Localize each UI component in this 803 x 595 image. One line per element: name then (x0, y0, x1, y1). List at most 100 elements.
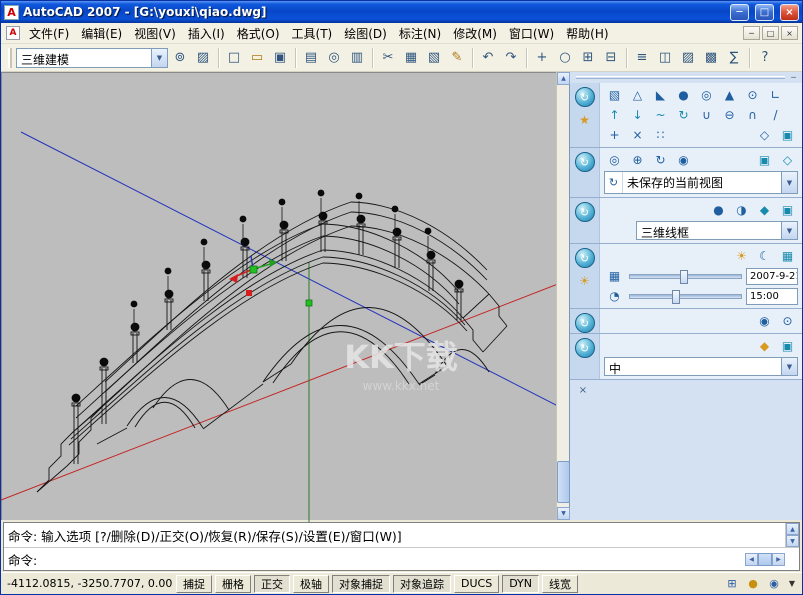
menu-dimension[interactable]: 标注(N) (393, 23, 447, 44)
toggle-otrack[interactable]: 对象追踪 (393, 575, 451, 593)
materials-control-icon[interactable]: ↻ (575, 338, 595, 358)
extrude-icon[interactable]: ↑ (604, 106, 625, 124)
help-icon[interactable]: ? (754, 47, 776, 69)
copy-icon[interactable]: ▦ (400, 47, 422, 69)
sun-date-slider-thumb[interactable] (680, 270, 688, 284)
intersect-icon[interactable]: ∩ (742, 106, 763, 124)
3d-move-icon[interactable]: + (604, 126, 625, 144)
scroll-track[interactable] (557, 85, 569, 507)
scroll-down-icon[interactable]: ▼ (557, 507, 570, 520)
3d-array-icon[interactable]: ∷ (650, 126, 671, 144)
maximize-button[interactable]: □ (755, 4, 774, 21)
edge-mode-icon[interactable]: ◆ (754, 201, 775, 219)
pyramid-primitive-icon[interactable]: △ (627, 86, 648, 104)
3d-navigate-control-icon[interactable]: ↻ (575, 152, 595, 172)
3d-make-star-icon[interactable]: ★ (574, 111, 595, 129)
material-apply-icon[interactable]: ◆ (754, 337, 775, 355)
toggle-grid[interactable]: 栅格 (215, 575, 251, 593)
material-quality-dropdown-arrow[interactable]: ▼ (781, 358, 797, 375)
visual-style-combobox[interactable]: 三维线框 ▼ (636, 221, 798, 240)
dashboard-collapse-icon[interactable]: ─ (791, 73, 796, 82)
close-button[interactable]: × (780, 4, 799, 21)
publish-icon[interactable]: ▥ (346, 47, 368, 69)
statusbar-menu-arrow-icon[interactable]: ▼ (786, 579, 798, 588)
spot-light-icon[interactable]: ⊙ (777, 312, 798, 330)
tool-palettes-icon[interactable]: ▨ (677, 47, 699, 69)
fly-icon[interactable]: ◉ (673, 151, 694, 169)
undo-icon[interactable]: ↶ (477, 47, 499, 69)
toolbar-grip[interactable] (8, 48, 12, 68)
named-view-combobox[interactable]: ↻ 未保存的当前视图 ▼ (604, 171, 798, 194)
zoom-window-icon[interactable]: ⊞ (577, 47, 599, 69)
3d-align-icon[interactable]: ◇ (754, 126, 775, 144)
lights-control-icon[interactable]: ↻ (575, 313, 595, 333)
sky-icon[interactable]: ▦ (777, 247, 798, 265)
menu-modify[interactable]: 修改(M) (447, 23, 503, 44)
menu-format[interactable]: 格式(O) (231, 23, 286, 44)
qnew-icon[interactable]: □ (223, 47, 245, 69)
tray-settings-icon[interactable]: ⊞ (723, 575, 741, 593)
workspace-palette-icon[interactable]: ▨ (192, 47, 214, 69)
pan-icon[interactable]: + (531, 47, 553, 69)
union-icon[interactable]: ∪ (696, 106, 717, 124)
menu-view[interactable]: 视图(V) (128, 23, 182, 44)
presspull-icon[interactable]: ↓ (627, 106, 648, 124)
drawing-document-icon[interactable]: A (6, 26, 20, 40)
quickcalc-icon[interactable]: ∑ (723, 47, 745, 69)
menu-file[interactable]: 文件(F) (23, 23, 75, 44)
sun-status-toggle-icon[interactable]: ☀ (731, 247, 752, 265)
drawing-viewport[interactable]: KK下载 www.kkx.net ▲ ▼ (1, 72, 569, 520)
dashboard-close-icon[interactable]: × (576, 383, 590, 397)
toggle-dyn[interactable]: DYN (502, 575, 539, 593)
light-control-icon[interactable]: ↻ (575, 248, 595, 268)
slice-icon[interactable]: / (765, 106, 786, 124)
material-panel-icon[interactable]: ▣ (777, 337, 798, 355)
mdi-close-button[interactable]: × (781, 26, 798, 40)
menu-window[interactable]: 窗口(W) (503, 23, 560, 44)
redo-icon[interactable]: ↷ (500, 47, 522, 69)
command-scroll-up-icon[interactable]: ▲ (786, 523, 799, 535)
visual-style-dropdown-arrow[interactable]: ▼ (781, 222, 797, 239)
subtract-icon[interactable]: ⊖ (719, 106, 740, 124)
command-hscroll[interactable]: ◀ ▶ (745, 553, 785, 566)
plot-preview-icon[interactable]: ◎ (323, 47, 345, 69)
open-icon[interactable]: ▭ (246, 47, 268, 69)
menu-help[interactable]: 帮助(H) (560, 23, 614, 44)
scroll-thumb[interactable] (557, 461, 570, 503)
minimize-button[interactable]: ─ (730, 4, 749, 21)
command-scroll-right-icon[interactable]: ▶ (772, 553, 785, 566)
lock-icon[interactable]: ● (744, 575, 762, 593)
workspace-combobox[interactable]: 三维建模 ▼ (16, 48, 168, 68)
style-panel-icon[interactable]: ▣ (777, 201, 798, 219)
zoom-previous-icon[interactable]: ⊟ (600, 47, 622, 69)
toggle-ortho[interactable]: 正交 (254, 575, 290, 593)
motion-path-icon[interactable]: ◇ (777, 151, 798, 169)
sun-icon[interactable]: ☀ (574, 272, 595, 290)
workspace-settings-icon[interactable]: ⊚ (169, 47, 191, 69)
wedge-primitive-icon[interactable]: ◣ (650, 86, 671, 104)
sun-date-field[interactable]: 2007-9-21 (746, 268, 798, 285)
3d-rotate-icon[interactable]: × (627, 126, 648, 144)
dashboard-grip[interactable]: ─ (570, 72, 802, 83)
material-quality-combobox[interactable]: 中 ▼ (604, 357, 798, 376)
sheetset-manager-icon[interactable]: ▩ (700, 47, 722, 69)
torus-primitive-icon[interactable]: ⊙ (742, 86, 763, 104)
command-scroll-down-icon[interactable]: ▼ (786, 535, 799, 547)
plot-icon[interactable]: ▤ (300, 47, 322, 69)
3d-check-icon[interactable]: ▣ (777, 126, 798, 144)
toggle-polar[interactable]: 极轴 (293, 575, 329, 593)
properties-icon[interactable]: ≡ (631, 47, 653, 69)
point-light-icon[interactable]: ◉ (754, 312, 775, 330)
camera-icon[interactable]: ⊕ (627, 151, 648, 169)
sun-time-field[interactable]: 15:00 (746, 288, 798, 305)
menu-tools[interactable]: 工具(T) (286, 23, 339, 44)
toggle-ducs[interactable]: DUCS (454, 575, 499, 593)
match-properties-icon[interactable]: ✎ (446, 47, 468, 69)
walk-icon[interactable]: ↻ (650, 151, 671, 169)
scroll-up-icon[interactable]: ▲ (557, 72, 570, 85)
toggle-lineweight[interactable]: 线宽 (542, 575, 578, 593)
viewport-scrollbar[interactable]: ▲ ▼ (556, 72, 569, 520)
polysolid-icon[interactable]: ∟ (765, 86, 786, 104)
sun-time-slider[interactable] (629, 294, 742, 299)
sphere-primitive-icon[interactable]: ● (673, 86, 694, 104)
